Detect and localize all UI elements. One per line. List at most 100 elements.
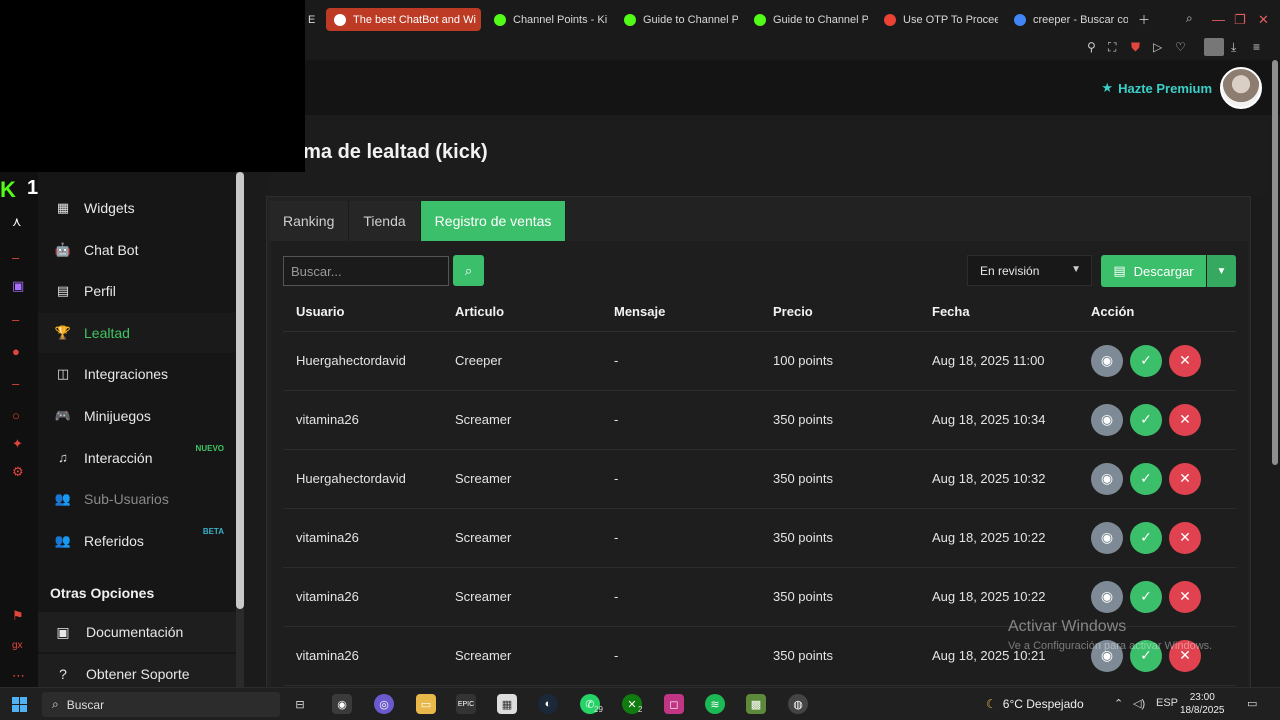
store-icon[interactable]: ▦	[497, 694, 517, 714]
view-button[interactable]: ◉	[1091, 344, 1123, 377]
table-cell: 350 points	[760, 449, 919, 509]
browser-tab[interactable]: Channel Points - Ki	[486, 8, 608, 31]
download-dropdown-button[interactable]: ▼	[1207, 255, 1236, 287]
sidebar-item-integraciones[interactable]: ◫ Integraciones	[38, 354, 236, 394]
flag-icon[interactable]: ⚑	[12, 608, 24, 624]
search-input[interactable]	[283, 256, 449, 286]
approve-button[interactable]: ✓	[1130, 521, 1162, 554]
taskbar-search[interactable]: ⌕ Buscar	[42, 692, 280, 717]
kick-logo-icon[interactable]: K	[0, 177, 16, 203]
row-actions: ◉ ✓ ✕	[1091, 462, 1201, 495]
notification-icon[interactable]: ▭	[1247, 697, 1257, 710]
speaker-icon[interactable]: ◁)	[1133, 697, 1145, 710]
instagram-icon[interactable]: ◻	[664, 694, 684, 714]
weather[interactable]: ☾ 6°C Despejado	[986, 697, 1084, 711]
check-icon: ✓	[1140, 470, 1152, 486]
view-button[interactable]: ◉	[1091, 580, 1123, 613]
task-view-icon[interactable]: ⊟	[290, 694, 310, 714]
download-button[interactable]: ▤ Descargar	[1101, 255, 1206, 287]
browser-tab[interactable]: The best ChatBot and Wi	[326, 8, 481, 31]
clock[interactable]: 23:00 18/8/2025	[1180, 691, 1225, 717]
reject-button[interactable]: ✕	[1169, 403, 1201, 436]
twitch-icon[interactable]: ▣	[12, 278, 24, 294]
sidebar-item-referidos[interactable]: 👥 Referidos BETA	[38, 521, 236, 561]
table-row: vitamina26 Screamer -350 points Aug 18, 202…	[283, 390, 1236, 450]
download-icon[interactable]: ⤓	[1231, 40, 1236, 55]
browser-tab[interactable]: Use OTP To Procee	[876, 8, 998, 31]
approve-button[interactable]: ✓	[1130, 462, 1162, 495]
shield-icon[interactable]: ⛊	[1131, 40, 1140, 55]
favicon-icon	[754, 13, 766, 26]
approve-button[interactable]: ✓	[1130, 580, 1162, 613]
browser-tab[interactable]: creeper - Buscar co	[1006, 8, 1128, 31]
refresh-icon[interactable]: ○	[12, 408, 20, 423]
browser-icon[interactable]: ◎	[374, 694, 394, 714]
table-cell: -	[601, 508, 760, 568]
menu-icon[interactable]: ≡	[1253, 40, 1260, 54]
youtube-icon[interactable]: ●	[12, 344, 20, 359]
star-icon: ★	[1101, 80, 1114, 95]
new-tab-icon[interactable]: ＋	[1138, 11, 1150, 28]
avatar[interactable]	[1220, 67, 1262, 109]
sidebar-item-perfil[interactable]: ▤ Perfil	[38, 271, 236, 311]
sidebar-item-widgets[interactable]: ▦ Widgets	[38, 188, 236, 228]
table-cell: 350 points	[760, 508, 919, 568]
tab-registro-de-ventas[interactable]: Registro de ventas	[420, 201, 567, 241]
close-icon[interactable]: ✕	[1258, 12, 1269, 28]
check-icon: ✓	[1140, 529, 1152, 545]
book-icon: ▣	[56, 623, 70, 640]
more-icon[interactable]: ⋯	[12, 668, 25, 684]
sidebar-item-sub-usuarios[interactable]: 👥 Sub-Usuarios	[38, 479, 236, 519]
view-button[interactable]: ◉	[1091, 462, 1123, 495]
language-indicator[interactable]: ESP	[1156, 697, 1178, 709]
folder-icon[interactable]: ▭	[416, 694, 436, 714]
steam-icon[interactable]: ◐	[538, 694, 558, 714]
table-cell: -	[601, 390, 760, 450]
pin-icon[interactable]: ⚲	[1087, 40, 1096, 54]
stream-icon[interactable]: ⋏	[12, 214, 22, 230]
row-actions: ◉ ✓ ✕	[1091, 403, 1201, 436]
search-icon[interactable]: ⌕	[1186, 11, 1193, 26]
sidebar-item-interacci-n[interactable]: ♫ Interacción NUEVO	[38, 438, 236, 478]
search-button[interactable]: ⌕	[453, 255, 484, 286]
obs-icon[interactable]: ◍	[788, 694, 808, 714]
table-row: vitamina26 Screamer -350 points Aug 18, 202…	[283, 508, 1236, 568]
reject-button[interactable]: ✕	[1169, 462, 1201, 495]
view-button[interactable]: ◉	[1091, 403, 1123, 436]
windows-start-icon[interactable]	[12, 697, 27, 712]
epic-games-icon[interactable]: EPIC	[456, 694, 476, 714]
profile-icon[interactable]	[1204, 38, 1224, 56]
approve-button[interactable]: ✓	[1130, 344, 1162, 377]
spotify-icon[interactable]: ≋	[705, 694, 725, 714]
view-button[interactable]: ◉	[1091, 521, 1123, 554]
sidebar-item-lealtad[interactable]: 🏆 Lealtad	[38, 312, 236, 353]
tab-ranking[interactable]: Ranking	[269, 201, 350, 241]
minecraft-icon[interactable]: ▩	[746, 694, 766, 714]
browser-tab[interactable]: Guide to Channel P	[616, 8, 738, 31]
puzzle-icon[interactable]: ✦	[12, 436, 23, 452]
sidebar-scrollbar[interactable]	[236, 172, 244, 609]
minimize-icon[interactable]: —	[1212, 12, 1225, 27]
heart-icon[interactable]: ♡	[1175, 40, 1186, 54]
browser-tab[interactable]: Guide to Channel P	[746, 8, 868, 31]
status-select[interactable]: En revisión ▼	[967, 255, 1092, 286]
reject-button[interactable]: ✕	[1169, 580, 1201, 613]
sidebar-item-chat-bot[interactable]: 🤖 Chat Bot	[38, 230, 236, 270]
chevron-up-icon[interactable]: ⌃	[1114, 697, 1123, 710]
reject-button[interactable]: ✕	[1169, 521, 1201, 554]
app-icon[interactable]: ◉	[332, 694, 352, 714]
gx-icon[interactable]: gx	[12, 640, 23, 651]
maximize-icon[interactable]: ❐	[1234, 12, 1246, 28]
tab-tienda[interactable]: Tienda	[349, 201, 421, 241]
premium-link[interactable]: ★ Hazte Premium	[1101, 80, 1212, 96]
sidebar-subitem-docs[interactable]: ▣ Documentación	[38, 612, 236, 652]
reject-button[interactable]: ✕	[1169, 344, 1201, 377]
page-scrollbar[interactable]	[1272, 60, 1278, 465]
play-icon[interactable]: ▷	[1153, 40, 1162, 54]
approve-button[interactable]: ✓	[1130, 403, 1162, 436]
screenshot-icon[interactable]: ⛶	[1108, 40, 1116, 55]
sidebar-item-minijuegos[interactable]: 🎮 Minijuegos	[38, 396, 236, 436]
browser-tab-label: Channel Points - Ki	[513, 13, 608, 26]
gear-icon[interactable]: ⚙	[12, 464, 24, 480]
eye-icon: ◉	[1100, 588, 1114, 604]
